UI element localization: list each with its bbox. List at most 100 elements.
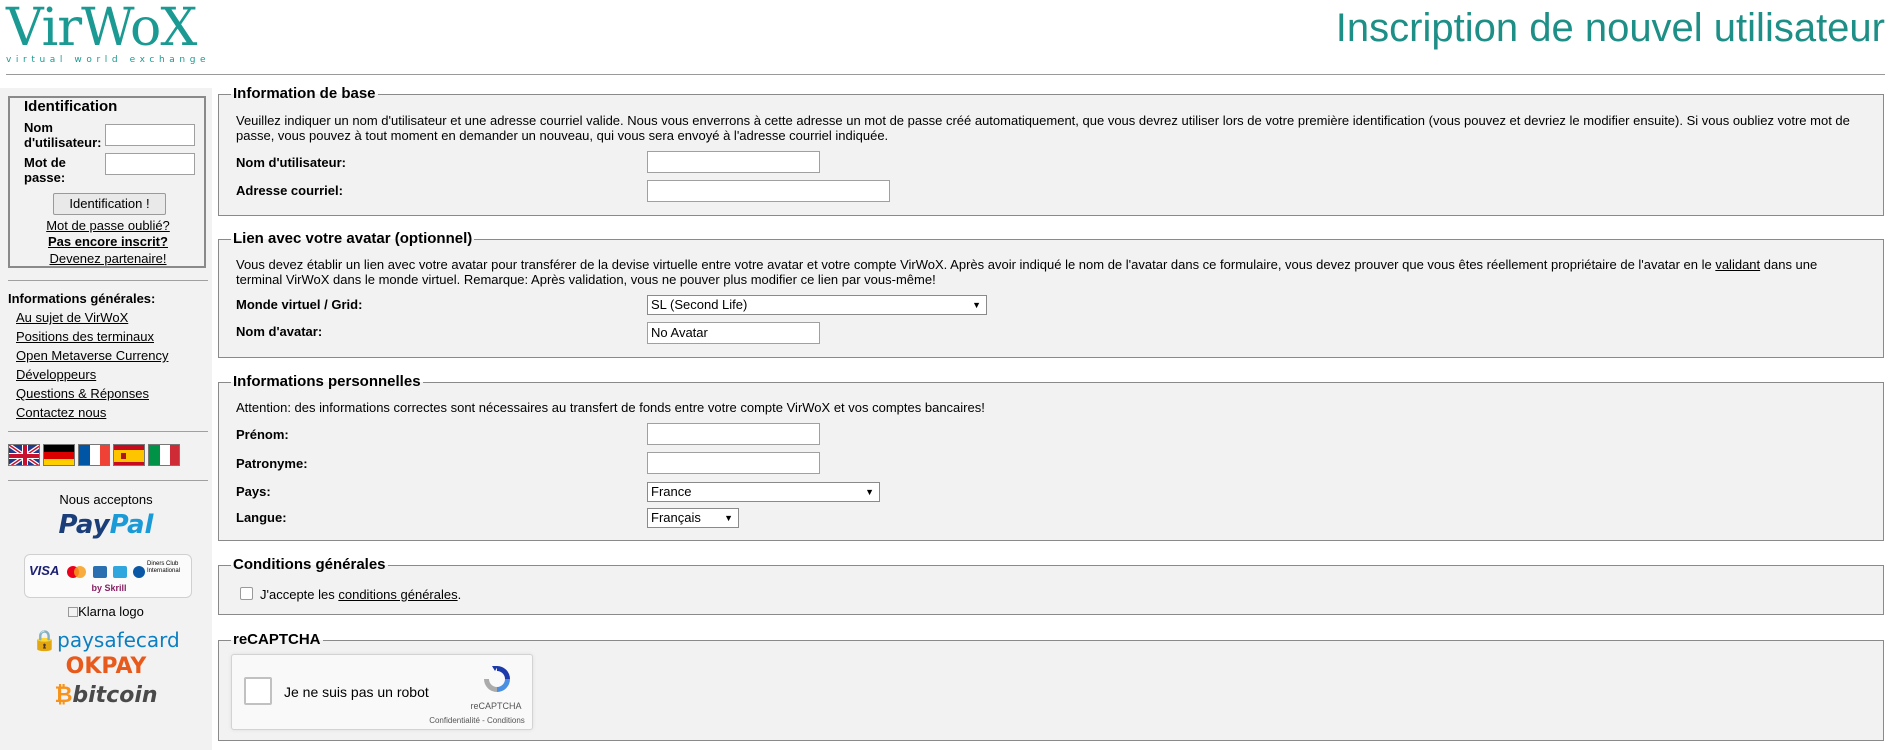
country-select[interactable]: France ▼ <box>647 482 880 502</box>
login-password-input[interactable] <box>105 153 195 175</box>
avatar-name-input[interactable]: No Avatar <box>647 322 820 344</box>
card-logos: VISA Diners Club International by Skrill <box>24 554 192 598</box>
sidebar-link-omc[interactable]: Open Metaverse Currency <box>16 348 168 363</box>
uk-flag[interactable] <box>8 444 40 466</box>
world-select[interactable]: SL (Second Life) ▼ <box>647 295 987 315</box>
avatar-info-text: Vous devez établir un lien avec votre av… <box>236 257 1859 287</box>
login-box: Identification Nom d'utilisateur: Mot de… <box>8 96 206 268</box>
language-select[interactable]: Français ▼ <box>647 508 739 528</box>
card-icons <box>67 566 145 578</box>
paysafecard-text: paysafecard <box>57 628 180 652</box>
virwox-logo[interactable]: VirWoX virtual world exchange <box>6 0 211 65</box>
section-basic-info: Information de base Veuillez indiquer un… <box>218 85 1884 216</box>
bitcoin-icon: ₿ <box>54 683 73 708</box>
section-personal-info: Informations personnelles Attention: des… <box>218 373 1884 541</box>
language-select-value: Français <box>651 510 701 525</box>
chevron-down-icon: ▼ <box>972 300 981 310</box>
lastname-label: Patronyme: <box>236 456 308 471</box>
paypal-logo-a: Pay <box>58 510 110 540</box>
logo-wordmark: VirWoX <box>6 0 197 58</box>
spanish-flag[interactable] <box>113 444 145 466</box>
recaptcha-checkbox[interactable] <box>244 677 272 705</box>
world-field-label: Monde virtuel / Grid: <box>236 297 363 312</box>
klarna-logo: Klarna logo <box>0 604 212 619</box>
terms-text-a: J'accepte les <box>260 587 339 602</box>
terms-link[interactable]: conditions générales <box>338 587 457 602</box>
terms-text-b: . <box>457 587 462 602</box>
bitcoin-text: bitcoin <box>72 683 158 708</box>
section-basic-legend: Information de base <box>231 85 378 103</box>
broken-image-icon <box>68 607 79 617</box>
recaptcha-privacy-links[interactable]: Confidentialité - Conditions <box>422 716 532 725</box>
german-flag[interactable] <box>43 444 75 466</box>
paypal-logo: PayPal <box>0 510 212 540</box>
avatar-name-label: Nom d'avatar: <box>236 324 323 339</box>
country-select-value: France <box>651 484 692 499</box>
password-label: Mot de passe: <box>24 155 66 185</box>
chevron-down-icon: ▼ <box>865 487 874 497</box>
email-field-label: Adresse courriel: <box>236 183 343 198</box>
lock-icon: 🔒 <box>32 628 58 652</box>
chevron-down-icon: ▼ <box>724 513 733 523</box>
paysafecard-logo: 🔒paysafecard <box>0 628 212 652</box>
register-link[interactable]: Pas encore inscrit? <box>10 234 206 249</box>
sidebar-link-contact[interactable]: Contactez nous <box>16 405 106 420</box>
lastname-input[interactable] <box>647 452 820 474</box>
terms-text: J'accepte les conditions générales. <box>260 587 1859 602</box>
recaptcha-label: Je ne suis pas un robot <box>284 684 429 700</box>
username-label-line1: Nom <box>24 120 53 135</box>
sidebar-divider <box>8 431 208 432</box>
diners-logo: Diners Club International <box>147 561 181 574</box>
section-recaptcha: reCAPTCHA Je ne suis pas un robot reCAPT… <box>218 631 1884 741</box>
logo-tagline: virtual world exchange <box>6 55 211 65</box>
recaptcha-brand: reCAPTCHA <box>470 701 522 711</box>
skrill-label: by Skrill <box>91 583 127 593</box>
avatar-text-a: Vous devez établir un lien avec votre av… <box>236 257 1716 272</box>
forgot-password-link[interactable]: Mot de passe oublié? <box>10 218 206 233</box>
section-recaptcha-legend: reCAPTCHA <box>231 631 323 649</box>
email-input[interactable] <box>647 180 890 202</box>
sidebar-link-faq[interactable]: Questions & Réponses <box>16 386 149 401</box>
section-avatar-link: Lien avec votre avatar (optionnel) Vous … <box>218 230 1884 358</box>
login-legend: Identification <box>22 98 120 115</box>
login-button[interactable]: Identification ! <box>53 193 166 215</box>
password-label-line2: passe: <box>24 170 66 185</box>
firstname-label: Prénom: <box>236 427 289 442</box>
accept-label: Nous acceptons <box>59 492 153 507</box>
sidebar-divider <box>8 480 208 481</box>
login-username-input[interactable] <box>105 124 195 146</box>
info-heading: Informations générales: <box>8 291 156 306</box>
section-avatar-legend: Lien avec votre avatar (optionnel) <box>231 230 475 248</box>
accept-terms-checkbox[interactable] <box>240 587 253 600</box>
username-input[interactable] <box>647 151 820 173</box>
sidebar-divider <box>8 280 208 281</box>
italian-flag[interactable] <box>148 444 180 466</box>
language-label: Langue: <box>236 510 287 525</box>
klarna-alt-text: Klarna logo <box>78 604 144 619</box>
okpay-logo: OKPAY <box>65 654 147 679</box>
world-select-value: SL (Second Life) <box>651 297 748 312</box>
french-flag[interactable] <box>78 444 110 466</box>
section-terms-legend: Conditions générales <box>231 556 388 574</box>
page-title: Inscription de nouvel utilisateur <box>1335 6 1885 50</box>
section-terms: Conditions générales J'accepte les condi… <box>218 556 1884 615</box>
sidebar-link-terminals[interactable]: Positions des terminaux <box>16 329 154 344</box>
username-label-line2: d'utilisateur: <box>24 135 102 150</box>
recaptcha-icon <box>484 666 510 692</box>
password-label-line1: Mot de <box>24 155 66 170</box>
bitcoin-logo: ₿bitcoin <box>0 682 212 708</box>
country-label: Pays: <box>236 484 271 499</box>
firstname-input[interactable] <box>647 423 820 445</box>
sidebar-link-developers[interactable]: Développeurs <box>16 367 96 382</box>
username-field-label: Nom d'utilisateur: <box>236 155 346 170</box>
username-label: Nom d'utilisateur: <box>24 120 102 150</box>
recaptcha-widget: Je ne suis pas un robot reCAPTCHA Confid… <box>231 654 533 730</box>
sidebar-link-about[interactable]: Au sujet de VirWoX <box>16 310 128 325</box>
partner-link[interactable]: Devenez partenaire! <box>10 251 206 266</box>
personal-info-text: Attention: des informations correctes so… <box>236 400 985 415</box>
header-divider <box>6 74 1885 75</box>
visa-logo: VISA <box>29 563 60 578</box>
basic-info-text: Veuillez indiquer un nom d'utilisateur e… <box>236 113 1850 143</box>
validate-link[interactable]: validant <box>1715 257 1760 272</box>
section-personal-legend: Informations personnelles <box>231 373 423 391</box>
